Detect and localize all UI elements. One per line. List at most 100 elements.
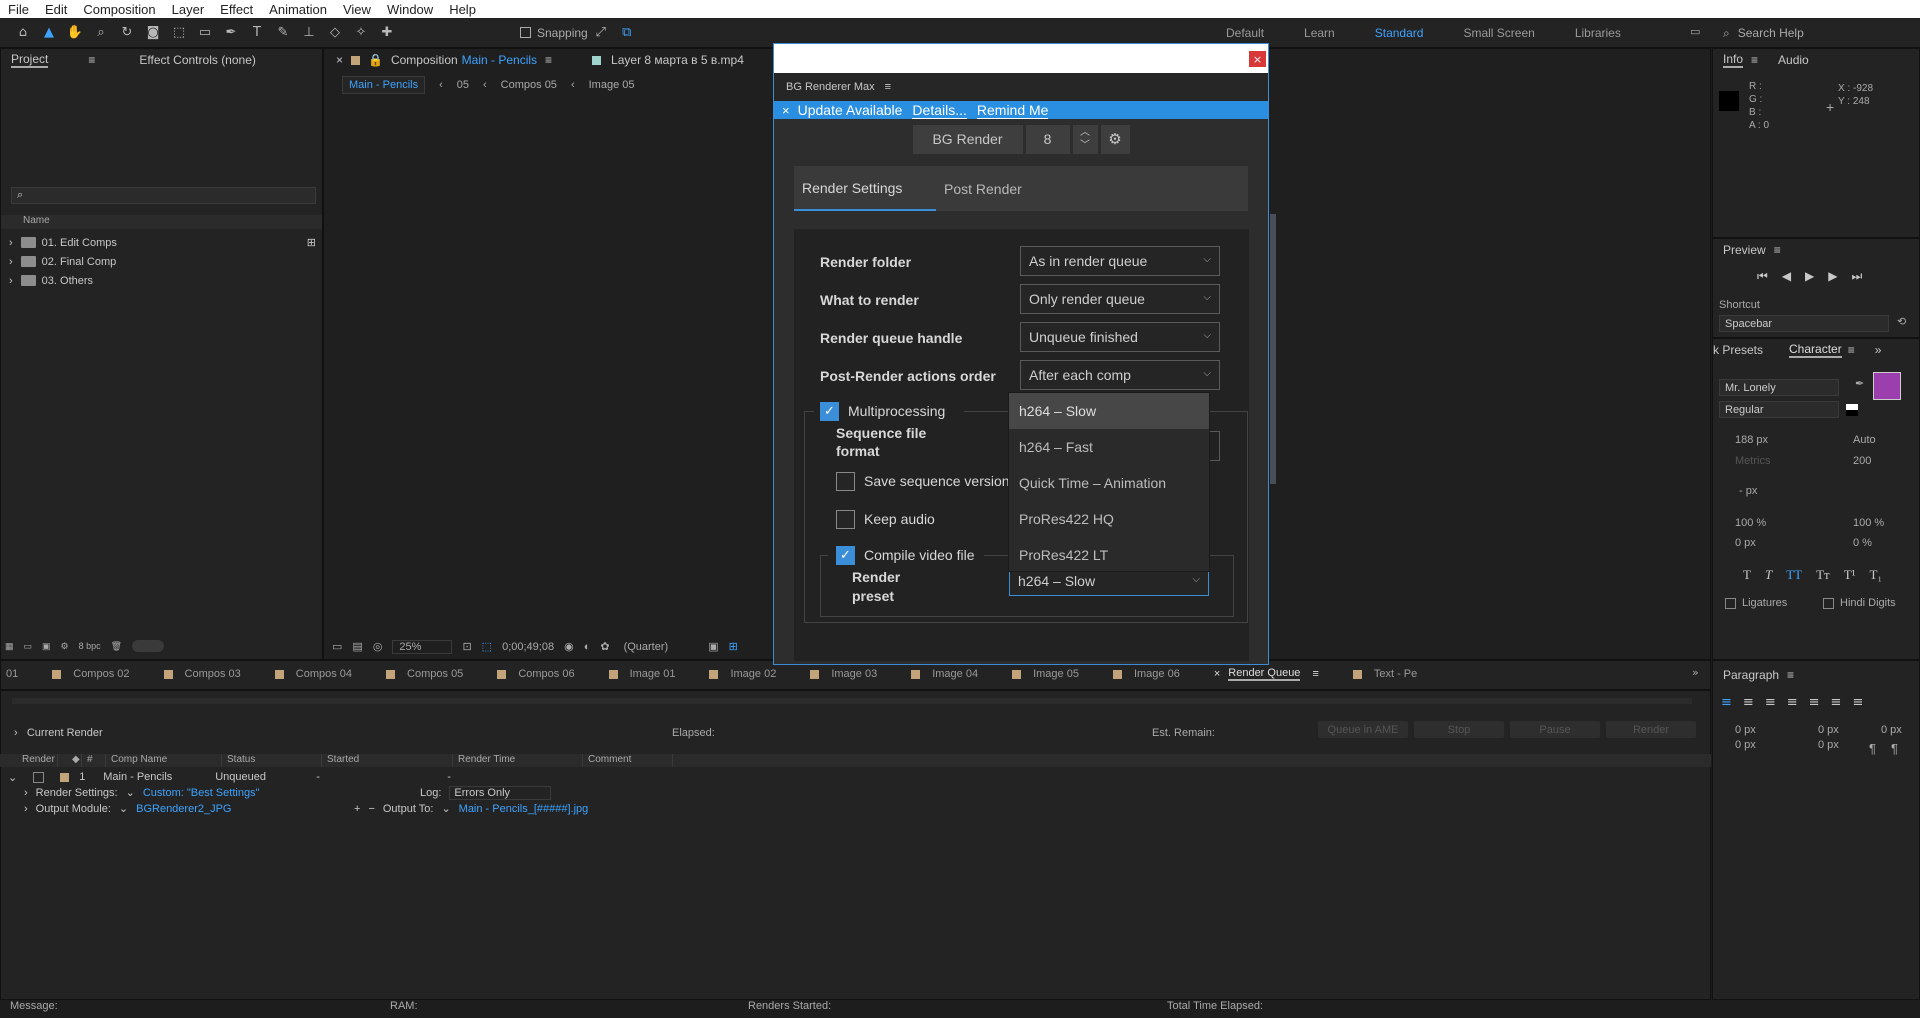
process-count[interactable]: 8	[1025, 124, 1070, 154]
chevron-right-icon[interactable]: ›	[9, 256, 13, 268]
chevron-right-icon[interactable]: ›	[24, 803, 28, 815]
menu-window[interactable]: Window	[379, 2, 441, 17]
next-frame-icon[interactable]: ▶	[1828, 269, 1837, 284]
save-sequence-checkbox[interactable]	[836, 472, 855, 491]
justify-all-icon[interactable]: ≡	[1852, 695, 1863, 710]
home-icon[interactable]: ⌂	[12, 22, 34, 44]
workspace-learn[interactable]: Learn	[1304, 26, 1335, 40]
camera-tool-icon[interactable]: ◙	[142, 22, 164, 44]
label-color-swatch[interactable]	[60, 772, 70, 782]
kerning-value[interactable]: Metrics	[1735, 455, 1770, 467]
log-select[interactable]: Errors Only	[449, 786, 552, 800]
resolution-select[interactable]: (Quarter)	[620, 641, 699, 653]
faux-italic-icon[interactable]: T	[1765, 567, 1772, 583]
panel-menu-icon[interactable]: ≡	[1751, 53, 1758, 67]
timeline-tab[interactable]: 01	[6, 668, 18, 680]
ltr-direction-icon[interactable]: ¶	[1869, 741, 1876, 756]
baseline-shift-value[interactable]: 0 px	[1735, 537, 1756, 549]
new-composition-icon[interactable]: ▣	[42, 641, 51, 652]
process-count-stepper[interactable]: ︿ ﹀	[1072, 124, 1098, 154]
bg-render-button[interactable]: BG Render	[912, 124, 1023, 154]
snap-features-icon[interactable]: ⧉	[616, 22, 638, 44]
expand-icon[interactable]: ▭	[1690, 25, 1700, 38]
panel-menu-icon[interactable]: ≡	[88, 53, 95, 67]
tab-character[interactable]: Character	[1789, 342, 1842, 358]
eraser-tool-icon[interactable]: ◇	[324, 22, 346, 44]
chevron-double-right-icon[interactable]: »	[1875, 343, 1882, 357]
current-render-toggle[interactable]: › Current Render	[14, 727, 103, 739]
compile-video-checkbox[interactable]: ✓	[836, 546, 855, 565]
rotate-tool-icon[interactable]: ↻	[116, 22, 138, 44]
details-link[interactable]: Details...	[912, 102, 967, 119]
zoom-tool-icon[interactable]: ⌕	[90, 22, 112, 44]
space-after-value[interactable]: 0 px	[1818, 739, 1839, 751]
rtl-direction-icon[interactable]: ¶	[1891, 741, 1898, 756]
align-right-icon[interactable]: ≡	[1765, 695, 1776, 710]
remind-me-link[interactable]: Remind Me	[976, 102, 1049, 119]
grid-icon[interactable]: ⊞	[729, 640, 738, 653]
type-tool-icon[interactable]: T	[246, 22, 268, 44]
project-folder[interactable]: › 02. Final Comp	[1, 252, 322, 271]
chevron-right-icon[interactable]: ›	[24, 787, 28, 799]
composition-tab-name[interactable]: Main - Pencils	[462, 53, 537, 67]
indent-right-value[interactable]: 0 px	[1818, 724, 1839, 736]
chevron-down-icon[interactable]: ⌄	[8, 771, 17, 784]
composition-tab-label[interactable]: Composition	[391, 53, 458, 67]
chevron-right-icon[interactable]: ›	[9, 275, 13, 287]
selection-tool-icon[interactable]: ▲	[38, 22, 60, 44]
fill-color-swatch[interactable]	[1873, 372, 1901, 400]
timeline-tab[interactable]: Image 06	[1112, 668, 1180, 680]
project-settings-icon[interactable]: ⚙	[61, 641, 69, 652]
leading-value[interactable]: Auto	[1853, 434, 1876, 446]
tab-audio[interactable]: Audio	[1778, 53, 1809, 67]
render-settings-link[interactable]: Custom: "Best Settings"	[143, 787, 260, 799]
vr-goggles-icon[interactable]: ◎	[373, 640, 383, 653]
queue-in-ame-button[interactable]: Queue in AME	[1318, 721, 1408, 738]
dropdown-option[interactable]: h264 – Slow	[1009, 393, 1209, 429]
faux-bold-icon[interactable]: T	[1743, 567, 1751, 583]
font-size-value[interactable]: 188 px	[1735, 434, 1768, 446]
breadcrumb-item[interactable]: Image 05	[589, 79, 635, 91]
close-icon[interactable]: ×	[1249, 51, 1266, 67]
timeline-tab[interactable]: Compos 02	[52, 668, 130, 680]
menu-effect[interactable]: Effect	[212, 2, 261, 17]
post-render-order-select[interactable]: After each comp ⌵	[1020, 360, 1220, 390]
previous-frame-icon[interactable]: ◀	[1782, 269, 1791, 284]
menu-layer[interactable]: Layer	[164, 2, 213, 17]
tab-paragraph-presets[interactable]: k Presets	[1713, 343, 1763, 357]
channels-icon[interactable]: ✿	[600, 640, 609, 653]
always-preview-icon[interactable]: ▭	[332, 640, 342, 653]
keep-audio-checkbox[interactable]	[836, 510, 855, 529]
black-swatch[interactable]	[1846, 410, 1858, 416]
puppet-pin-icon[interactable]: ✚	[376, 22, 398, 44]
roto-brush-icon[interactable]: ✧	[350, 22, 372, 44]
render-folder-select[interactable]: As in render queue ⌵	[1020, 246, 1220, 276]
ligatures-checkbox[interactable]	[1725, 597, 1736, 609]
align-left-icon[interactable]: ≡	[1721, 695, 1732, 710]
zoom-select[interactable]: 25%	[392, 639, 453, 654]
horizontal-scale-value[interactable]: 100 %	[1853, 517, 1884, 529]
new-folder-icon[interactable]: ▭	[24, 641, 33, 652]
project-folder[interactable]: › 03. Others	[1, 271, 322, 290]
interpret-footage-icon[interactable]: ▦	[5, 641, 14, 652]
dropdown-option[interactable]: h264 – Fast	[1009, 429, 1209, 465]
fit-icon[interactable]: ⊡	[462, 640, 471, 653]
timeline-tab[interactable]: Image 05	[1012, 668, 1079, 680]
render-queue-handle-select[interactable]: Unqueue finished ⌵	[1020, 322, 1220, 352]
breadcrumb-item[interactable]: 05	[457, 79, 469, 91]
tab-render-settings[interactable]: Render Settings	[794, 166, 936, 211]
show-snapshot-icon[interactable]: ◐	[584, 641, 591, 653]
snap-edges-icon[interactable]: ⤢	[590, 22, 612, 44]
timeline-tab[interactable]: Image 04	[911, 668, 978, 680]
remove-output-icon[interactable]: −	[368, 803, 374, 815]
workspace-standard[interactable]: Standard	[1375, 26, 1424, 40]
tab-project[interactable]: Project	[11, 52, 49, 68]
menu-help[interactable]: Help	[441, 2, 484, 17]
menu-view[interactable]: View	[335, 2, 379, 17]
monitor-icon[interactable]: ▤	[352, 640, 362, 653]
small-caps-icon[interactable]: Tт	[1816, 567, 1830, 583]
project-scroll[interactable]	[132, 640, 165, 652]
chevron-down-icon[interactable]: ⌄	[441, 802, 450, 815]
panel-menu-icon[interactable]: ≡	[1774, 243, 1781, 257]
font-style-select[interactable]: Regular	[1719, 401, 1839, 418]
